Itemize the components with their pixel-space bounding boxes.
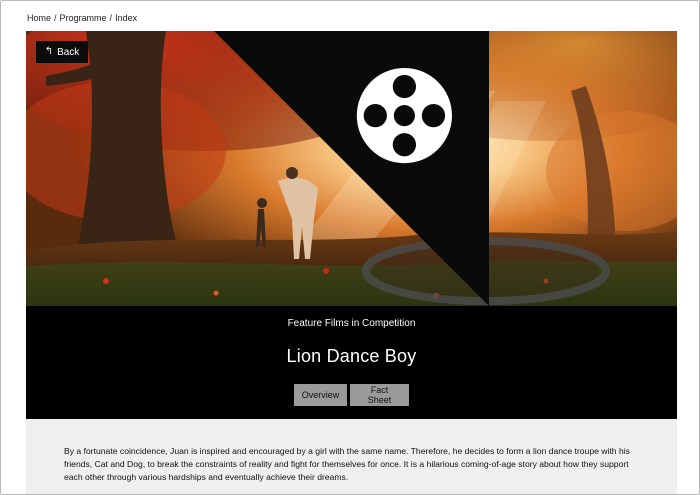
- film-reel-icon: [214, 31, 489, 306]
- film-tabs: Overview Fact Sheet: [26, 384, 677, 406]
- film-synopsis: By a fortunate coincidence, Juan is insp…: [64, 446, 630, 482]
- breadcrumb: Home / Programme / Index: [27, 13, 137, 23]
- breadcrumb-index[interactable]: Index: [115, 13, 137, 23]
- tab-fact-sheet[interactable]: Fact Sheet: [350, 384, 409, 406]
- tab-overview[interactable]: Overview: [294, 384, 347, 406]
- film-category: Feature Films in Competition: [287, 318, 416, 329]
- breadcrumb-separator: /: [54, 13, 57, 23]
- page-frame: Home / Programme / Index ↰ Back Feature …: [0, 0, 700, 495]
- breadcrumb-separator: /: [109, 13, 113, 23]
- film-info-panel: Feature Films in Competition Lion Dance …: [26, 306, 677, 419]
- breadcrumb-home[interactable]: Home: [27, 13, 51, 23]
- film-title: Lion Dance Boy: [286, 346, 417, 366]
- hero-image: ↰ Back: [26, 31, 677, 306]
- breadcrumb-programme[interactable]: Programme: [60, 13, 107, 23]
- synopsis-section: By a fortunate coincidence, Juan is insp…: [26, 419, 677, 494]
